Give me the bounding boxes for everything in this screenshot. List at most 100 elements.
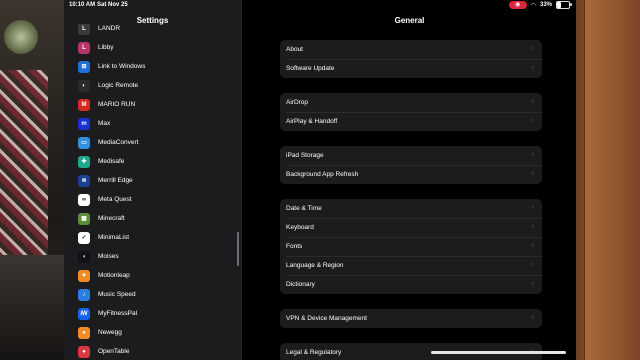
status-bar: 10:10 AM Sat Nov 25 ◉ ◠ 33% xyxy=(64,0,576,10)
sidebar-item[interactable]: ◖ Moises xyxy=(78,247,228,266)
settings-row-label: Keyboard xyxy=(286,224,314,231)
sidebar-item[interactable]: ♪ Music Speed xyxy=(78,285,228,304)
settings-row[interactable]: iPad Storage › xyxy=(280,146,542,165)
sidebar-item[interactable]: ▭ MediaConvert xyxy=(78,133,228,152)
settings-row[interactable]: Date & Time › xyxy=(280,199,542,218)
chevron-right-icon: › xyxy=(531,223,534,230)
settings-row[interactable]: Software Update › xyxy=(280,59,542,78)
background-photo-left xyxy=(0,0,64,360)
minecraft-icon: ▦ xyxy=(78,212,90,225)
settings-row[interactable]: AirPlay & Handoff › xyxy=(280,112,542,131)
chevron-right-icon: › xyxy=(531,117,534,124)
logic-remote-icon: ◐ xyxy=(78,79,90,92)
sidebar-item[interactable]: ✦ Motionleap xyxy=(78,266,228,285)
sidebar-item[interactable]: ✚ Medisafe xyxy=(78,152,228,171)
sidebar-item-label: Motionleap xyxy=(98,272,130,279)
settings-row-label: Legal & Regulatory xyxy=(286,349,342,356)
sidebar-item-label: LANDR xyxy=(98,25,121,32)
home-indicator[interactable] xyxy=(431,351,566,354)
settings-group: Date & Time › Keyboard › Fonts › Language & Re… xyxy=(280,199,542,294)
chevron-right-icon: › xyxy=(531,242,534,249)
general-pane: General About › Software Update › AirDrop › Ai… xyxy=(241,0,576,360)
settings-sidebar: Settings L LANDR L Libby ⊞ Link to Windows ◐ Lo… xyxy=(64,0,241,360)
settings-row-label: Date & Time xyxy=(286,205,322,212)
sidebar-item[interactable]: ✓ MinimaList xyxy=(78,228,228,247)
background-photo-right xyxy=(576,0,640,360)
sidebar-item[interactable]: ⊞ Link to Windows xyxy=(78,57,228,76)
sidebar-item-label: MediaConvert xyxy=(98,139,139,146)
sidebar-item-label: MyFitnessPal xyxy=(98,310,138,317)
settings-group: AirDrop › AirPlay & Handoff › xyxy=(280,93,542,131)
settings-row[interactable]: VPN & Device Management › xyxy=(280,309,542,328)
settings-row[interactable]: Background App Refresh › xyxy=(280,165,542,184)
sidebar-scrollbar[interactable] xyxy=(237,232,239,266)
sidebar-item[interactable]: ▦ Minecraft xyxy=(78,209,228,228)
music-speed-icon: ♪ xyxy=(78,288,90,301)
chevron-right-icon: › xyxy=(531,280,534,287)
chevron-right-icon: › xyxy=(531,261,534,268)
settings-row[interactable]: Dictionary › xyxy=(280,275,542,294)
screen-recording-indicator[interactable]: ◉ xyxy=(508,1,527,9)
status-right: ◉ ◠ 33% xyxy=(508,1,572,9)
sidebar-item-label: Medisafe xyxy=(98,158,125,165)
settings-row[interactable]: AirDrop › xyxy=(280,93,542,112)
settings-row-label: About xyxy=(286,46,303,53)
sidebar-item-label: Music Speed xyxy=(98,291,136,298)
sidebar-item-label: Link to Windows xyxy=(98,63,146,70)
merrill-edge-icon: ≋ xyxy=(78,174,90,187)
sidebar-item[interactable]: ● Newegg xyxy=(78,323,228,342)
sidebar-item[interactable]: M MARIO RUN xyxy=(78,95,228,114)
settings-group: VPN & Device Management › xyxy=(280,309,542,328)
ipad-screen: Settings L LANDR L Libby ⊞ Link to Windows ◐ Lo… xyxy=(64,0,576,360)
sidebar-item-label: Meta Quest xyxy=(98,196,132,203)
landr-icon: L xyxy=(78,24,90,35)
sidebar-item[interactable]: ● OpenTable xyxy=(78,342,228,360)
chevron-right-icon: › xyxy=(531,170,534,177)
chevron-right-icon: › xyxy=(531,204,534,211)
settings-row-label: AirPlay & Handoff xyxy=(286,118,338,125)
settings-row[interactable]: Fonts › xyxy=(280,237,542,256)
sidebar-item[interactable]: ∞ Meta Quest xyxy=(78,190,228,209)
chevron-right-icon: › xyxy=(531,45,534,52)
sidebar-item[interactable]: L LANDR xyxy=(78,24,228,38)
quilt-shape xyxy=(0,70,48,260)
chevron-right-icon: › xyxy=(531,151,534,158)
settings-row-label: Fonts xyxy=(286,243,303,250)
sidebar-item-label: Merrill Edge xyxy=(98,177,133,184)
sidebar-item[interactable]: ꟿ MyFitnessPal xyxy=(78,304,228,323)
libby-icon: L xyxy=(78,41,90,54)
sidebar-item[interactable]: ◐ Logic Remote xyxy=(78,76,228,95)
myfitnesspal-icon: ꟿ xyxy=(78,307,90,320)
mario-run-icon: M xyxy=(78,98,90,111)
newegg-icon: ● xyxy=(78,326,90,339)
sidebar-item[interactable]: m Max xyxy=(78,114,228,133)
battery-fill xyxy=(557,2,561,8)
settings-row[interactable]: Language & Region › xyxy=(280,256,542,275)
settings-group: iPad Storage › Background App Refresh › xyxy=(280,146,542,184)
sidebar-item-label: Minecraft xyxy=(98,215,125,222)
sidebar-item-label: Libby xyxy=(98,44,114,51)
sidebar-item[interactable]: L Libby xyxy=(78,38,228,57)
sidebar-item-label: OpenTable xyxy=(98,348,130,355)
status-date: Sat Nov 25 xyxy=(97,2,128,8)
sidebar-item-label: MinimaList xyxy=(98,234,130,241)
minimalist-icon: ✓ xyxy=(78,231,90,244)
sidebar-item[interactable]: ≋ Merrill Edge xyxy=(78,171,228,190)
settings-row[interactable]: About › xyxy=(280,40,542,59)
battery-percentage: 33% xyxy=(539,2,552,8)
chevron-right-icon: › xyxy=(531,314,534,321)
medisafe-icon: ✚ xyxy=(78,155,90,168)
door-shape xyxy=(584,0,625,360)
settings-row-label: Language & Region xyxy=(286,262,344,269)
desk-shape xyxy=(0,255,64,360)
settings-group: About › Software Update › xyxy=(280,40,542,78)
sidebar-item-label: MARIO RUN xyxy=(98,101,136,108)
settings-row-label: iPad Storage xyxy=(286,152,324,159)
wifi-icon: ◠ xyxy=(530,2,536,9)
settings-row-label: AirDrop xyxy=(286,99,309,106)
chevron-right-icon: › xyxy=(531,64,534,71)
sidebar-item-label: Max xyxy=(98,120,111,127)
page-title: General xyxy=(394,16,425,25)
link-to-windows-icon: ⊞ xyxy=(78,60,90,73)
settings-row[interactable]: Keyboard › xyxy=(280,218,542,237)
